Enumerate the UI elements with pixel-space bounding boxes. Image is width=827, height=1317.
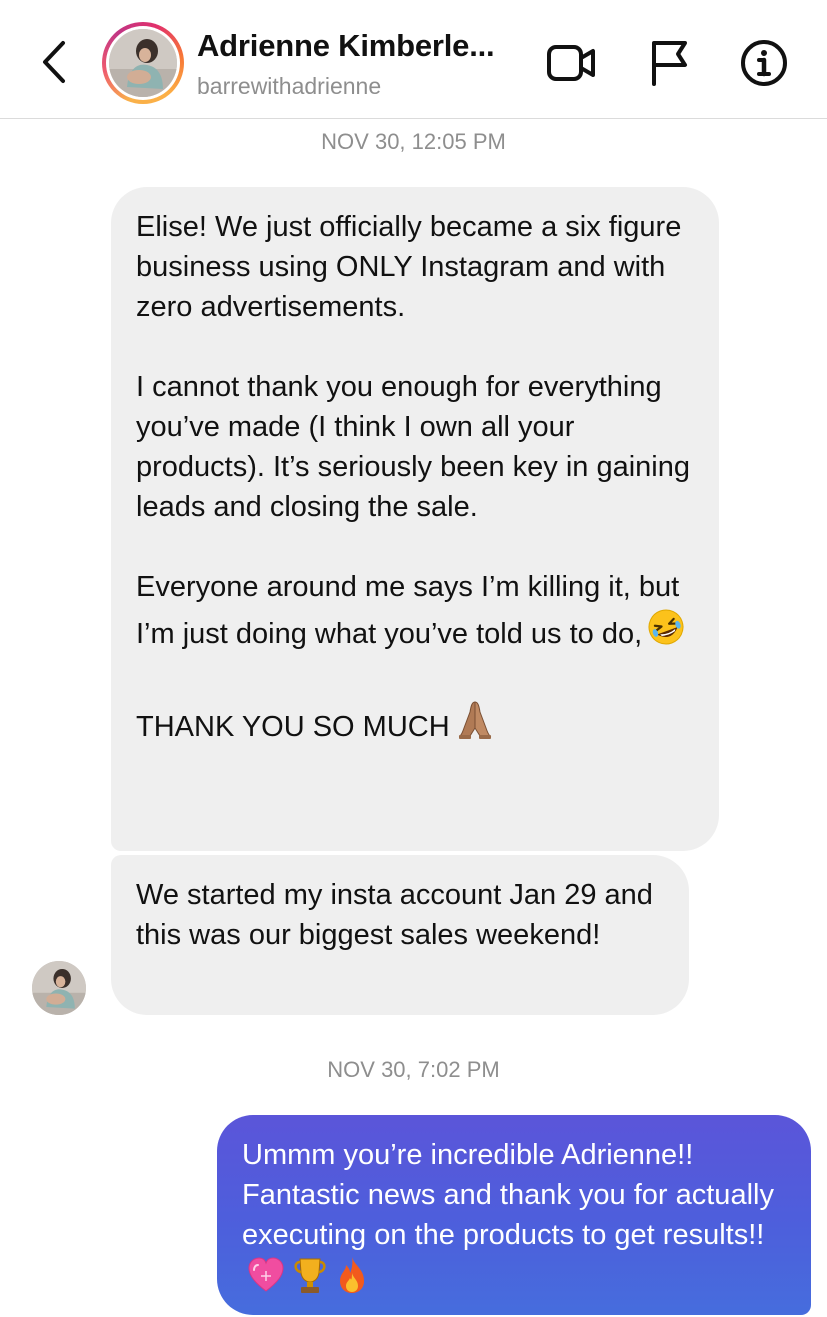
message-text: Elise! We just officially became a six f… bbox=[136, 211, 690, 650]
message-timestamp: NOV 30, 12:05 PM bbox=[321, 129, 506, 154]
outgoing-message-bubble[interactable]: Ummm you’re incredible Adrienne!! Fantas… bbox=[217, 1115, 811, 1315]
avatar-photo bbox=[109, 29, 177, 97]
message-text: Ummm you’re incredible Adrienne!! Fantas… bbox=[242, 1139, 783, 1251]
incoming-message-bubble[interactable]: Elise! We just officially became a six f… bbox=[111, 187, 719, 851]
profile-avatar[interactable] bbox=[102, 22, 184, 104]
report-flag-button[interactable] bbox=[642, 36, 696, 90]
folded-hands-emoji-icon bbox=[454, 698, 496, 751]
trophy-emoji-icon bbox=[290, 1255, 330, 1306]
flag-icon bbox=[652, 41, 687, 86]
back-button[interactable] bbox=[30, 38, 78, 86]
message-text: We started my insta account Jan 29 and t… bbox=[136, 879, 661, 951]
conversation-handle: barrewithadrienne bbox=[197, 73, 382, 99]
video-camera-icon bbox=[547, 45, 595, 81]
chevron-left-icon bbox=[43, 41, 65, 83]
message-text-closing: THANK YOU SO MUCH bbox=[136, 711, 450, 743]
video-call-button[interactable] bbox=[545, 36, 599, 90]
heart-emoji-icon bbox=[246, 1255, 286, 1306]
incoming-message-bubble[interactable]: We started my insta account Jan 29 and t… bbox=[111, 855, 689, 1015]
conversation-username[interactable]: Adrienne Kimberle... bbox=[197, 28, 527, 64]
info-button[interactable] bbox=[737, 36, 791, 90]
rolling-laughing-emoji-icon bbox=[646, 607, 686, 658]
conversation-header: Adrienne Kimberle... barrewithadrienne bbox=[0, 0, 827, 119]
message-timestamp: NOV 30, 7:02 PM bbox=[327, 1057, 500, 1082]
fire-emoji-icon bbox=[334, 1255, 370, 1306]
sender-avatar[interactable] bbox=[32, 961, 86, 1015]
info-icon bbox=[741, 40, 787, 86]
